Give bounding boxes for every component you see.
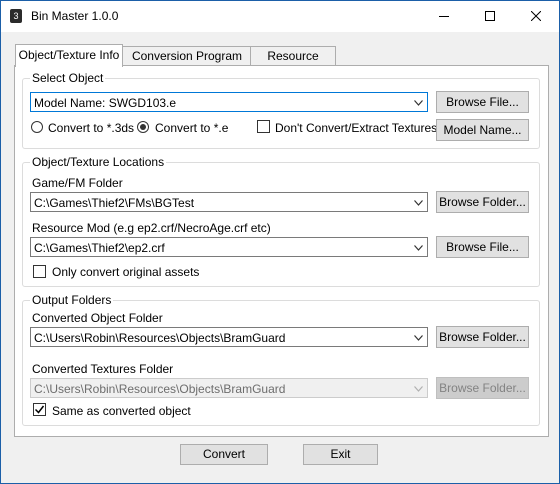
game-fm-label: Game/FM Folder — [32, 176, 123, 190]
convert-e-radio[interactable] — [137, 121, 149, 133]
resource-mod-value: C:\Games\Thief2\ep2.crf — [34, 241, 165, 255]
locations-legend: Object/Texture Locations — [30, 155, 167, 169]
window-title: Bin Master 1.0.0 — [31, 9, 119, 23]
converted-textures-label: Converted Textures Folder — [32, 362, 174, 376]
only-original-label: Only convert original assets — [52, 265, 200, 279]
model-name-value: Model Name: SWGD103.e — [34, 96, 177, 110]
browse-folder-button[interactable]: Browse Folder... — [436, 191, 529, 213]
tab-object-texture-info[interactable]: Object/Texture Info — [15, 44, 123, 67]
chevron-down-icon — [414, 100, 423, 106]
select-object-legend: Select Object — [30, 71, 106, 85]
dont-convert-label: Don't Convert/Extract Textures — [275, 121, 438, 135]
same-as-checkbox[interactable] — [33, 403, 46, 416]
convert-3ds-label: Convert to *.3ds — [48, 121, 135, 135]
chevron-down-icon — [414, 200, 423, 206]
tab-resource-paths[interactable]: Resource Paths — [250, 46, 336, 81]
converted-object-combo[interactable]: C:\Users\Robin\Resources\Objects\BramGua… — [30, 327, 428, 347]
chevron-down-icon — [414, 335, 423, 341]
minimize-button[interactable] — [421, 1, 467, 32]
model-name-button[interactable]: Model Name... — [436, 119, 529, 141]
close-button[interactable] — [513, 1, 559, 32]
same-as-label: Same as converted object — [52, 404, 191, 418]
browse-resource-file-button[interactable]: Browse File... — [436, 236, 529, 258]
title-bar[interactable]: 3 Bin Master 1.0.0 — [1, 1, 559, 32]
browse-textures-folder-button[interactable]: Browse Folder... — [436, 377, 529, 399]
only-original-checkbox[interactable] — [33, 265, 46, 278]
output-legend: Output Folders — [30, 293, 114, 307]
chevron-down-icon — [414, 245, 423, 251]
browse-file-button[interactable]: Browse File... — [436, 91, 529, 113]
converted-textures-value: C:\Users\Robin\Resources\Objects\BramGua… — [34, 382, 286, 396]
convert-button[interactable]: Convert — [180, 444, 268, 465]
browse-object-folder-button[interactable]: Browse Folder... — [436, 326, 529, 348]
game-fm-combo[interactable]: C:\Games\Thief2\FMs\BGTest — [30, 192, 428, 212]
app-icon[interactable]: 3 — [10, 9, 22, 23]
resource-mod-combo[interactable]: C:\Games\Thief2\ep2.crf — [30, 237, 428, 257]
model-name-combo[interactable]: Model Name: SWGD103.e — [30, 92, 428, 112]
converted-textures-combo[interactable]: C:\Users\Robin\Resources\Objects\BramGua… — [30, 378, 428, 398]
convert-3ds-radio[interactable] — [31, 121, 43, 133]
close-icon — [531, 11, 541, 21]
app-window: 3 Bin Master 1.0.0 Object/Texture Info C… — [0, 0, 560, 484]
chevron-down-icon — [414, 386, 423, 392]
maximize-icon — [485, 11, 495, 21]
convert-e-label: Convert to *.e — [155, 121, 229, 135]
converted-object-value: C:\Users\Robin\Resources\Objects\BramGua… — [34, 331, 286, 345]
checkmark-icon — [35, 405, 44, 414]
tab-panel: Select Object Model Name: SWGD103.e Brow… — [14, 65, 549, 437]
tab-conversion-program-info[interactable]: Conversion Program Info — [122, 46, 252, 81]
exit-button[interactable]: Exit — [303, 444, 378, 465]
resource-mod-label: Resource Mod (e.g ep2.crf/NecroAge.crf e… — [32, 221, 271, 235]
maximize-button[interactable] — [467, 1, 513, 32]
minimize-icon — [439, 16, 449, 17]
converted-object-label: Converted Object Folder — [32, 311, 163, 325]
game-fm-value: C:\Games\Thief2\FMs\BGTest — [34, 196, 195, 210]
dont-convert-checkbox[interactable] — [257, 120, 270, 133]
